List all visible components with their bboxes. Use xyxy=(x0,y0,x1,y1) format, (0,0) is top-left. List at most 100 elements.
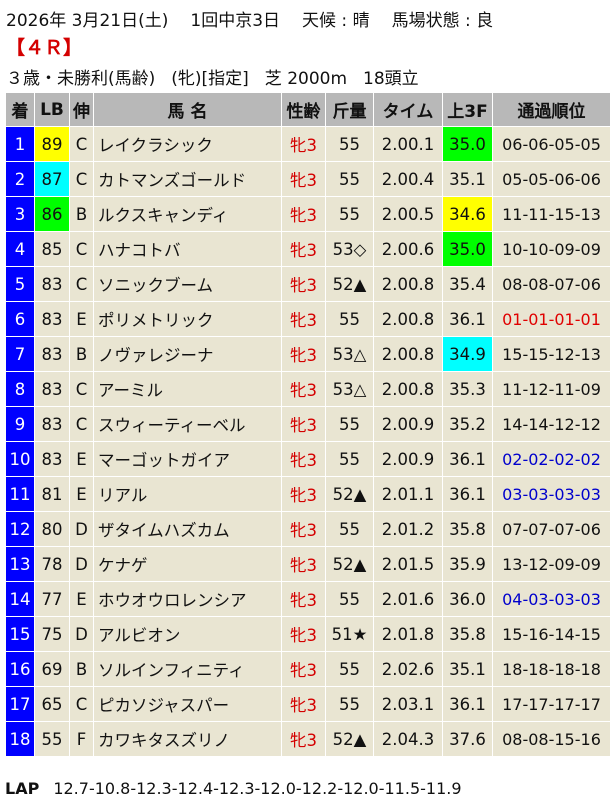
passing-order: 17-17-17-17 xyxy=(492,686,611,722)
last-3f-cell: 35.1 xyxy=(442,651,493,687)
sex-age: 牝3 xyxy=(281,161,326,197)
passing-order: 08-08-07-06 xyxy=(492,266,611,302)
last-3f-cell: 36.1 xyxy=(442,441,493,477)
rank-cell: 17 xyxy=(5,686,35,722)
lb-cell: 78 xyxy=(34,546,70,582)
table-row: 1 89 C レイクラシック 牝3 55 2.00.1 35.0 06-06-05-05 xyxy=(5,126,611,162)
nobi-cell: B xyxy=(69,651,94,687)
nobi-cell: B xyxy=(69,336,94,372)
nobi-cell: F xyxy=(69,721,94,757)
lb-cell: 83 xyxy=(34,371,70,407)
lb-cell: 83 xyxy=(34,266,70,302)
nobi-cell: D xyxy=(69,616,94,652)
weather: 天候 : 晴 xyxy=(302,11,370,31)
lb-cell: 85 xyxy=(34,231,70,267)
sex-age: 牝3 xyxy=(281,686,326,722)
horse-name: アルビオン xyxy=(93,616,282,652)
time-cell: 2.01.1 xyxy=(373,476,443,512)
sex-age: 牝3 xyxy=(281,651,326,687)
table-row: 8 83 C アーミル 牝3 53△ 2.00.8 35.3 11-12-11-09 xyxy=(5,371,611,407)
time-cell: 2.00.1 xyxy=(373,126,443,162)
nobi-cell: C xyxy=(69,686,94,722)
lb-cell: 89 xyxy=(34,126,70,162)
weight-cell: 52▲ xyxy=(325,546,374,582)
rank-cell: 12 xyxy=(5,511,35,547)
race-date: 2026年 3月21日(土) xyxy=(6,11,169,31)
table-row: 11 81 E リアル 牝3 52▲ 2.01.1 36.1 03-03-03-03 xyxy=(5,476,611,512)
horse-name: ピカソジャスパー xyxy=(93,686,282,722)
passing-order: 01-01-01-01 xyxy=(492,301,611,337)
weight-cell: 55 xyxy=(325,651,374,687)
rank-cell: 1 xyxy=(5,126,35,162)
lb-cell: 75 xyxy=(34,616,70,652)
horse-name: レイクラシック xyxy=(93,126,282,162)
rank-cell: 3 xyxy=(5,196,35,232)
last-3f-cell: 35.8 xyxy=(442,616,493,652)
table-row: 5 83 C ソニックブーム 牝3 52▲ 2.00.8 35.4 08-08-07-06 xyxy=(5,266,611,302)
sex-age: 牝3 xyxy=(281,511,326,547)
nobi-cell: E xyxy=(69,476,94,512)
lap-line: LAP 12.7-10.8-12.3-12.4-12.3-12.0-12.2-12… xyxy=(5,779,462,798)
horse-name: ノヴァレジーナ xyxy=(93,336,282,372)
passing-order: 13-12-09-09 xyxy=(492,546,611,582)
horse-name: カワキタスズリノ xyxy=(93,721,282,757)
passing-order: 18-18-18-18 xyxy=(492,651,611,687)
sex-age: 牝3 xyxy=(281,371,326,407)
rank-cell: 5 xyxy=(5,266,35,302)
nobi-cell: B xyxy=(69,196,94,232)
results-table: 着 LB 伸 馬 名 性齢 斤量 タイム 上3F 通過順位 1 89 C レイクラシッ… xyxy=(5,92,611,757)
lb-cell: 81 xyxy=(34,476,70,512)
horse-name: ホウオウロレンシア xyxy=(93,581,282,617)
passing-order: 11-11-15-13 xyxy=(492,196,611,232)
lb-cell: 83 xyxy=(34,301,70,337)
time-cell: 2.00.9 xyxy=(373,441,443,477)
passing-order: 02-02-02-02 xyxy=(492,441,611,477)
race-restrictions: (牝)[指定] xyxy=(171,69,249,89)
horse-name: マーゴットガイア xyxy=(93,441,282,477)
passing-order: 15-16-14-15 xyxy=(492,616,611,652)
passing-order: 05-05-06-06 xyxy=(492,161,611,197)
horse-name: ソニックブーム xyxy=(93,266,282,302)
sex-age: 牝3 xyxy=(281,441,326,477)
sex-age: 牝3 xyxy=(281,336,326,372)
runner-count: 18頭立 xyxy=(363,69,419,89)
lb-cell: 86 xyxy=(34,196,70,232)
race-number: 【４Ｒ】 xyxy=(6,37,83,59)
weight-cell: 52▲ xyxy=(325,266,374,302)
rank-cell: 9 xyxy=(5,406,35,442)
lb-cell: 77 xyxy=(34,581,70,617)
horse-name: カトマンズゴールド xyxy=(93,161,282,197)
last-3f-cell: 35.2 xyxy=(442,406,493,442)
nobi-cell: C xyxy=(69,406,94,442)
nobi-cell: C xyxy=(69,371,94,407)
passing-order: 07-07-07-06 xyxy=(492,511,611,547)
nobi-cell: E xyxy=(69,301,94,337)
passing-order: 03-03-03-03 xyxy=(492,476,611,512)
rank-cell: 7 xyxy=(5,336,35,372)
sex-age: 牝3 xyxy=(281,616,326,652)
horse-name: ルクスキャンディ xyxy=(93,196,282,232)
rank-cell: 2 xyxy=(5,161,35,197)
time-cell: 2.00.8 xyxy=(373,371,443,407)
passing-order: 15-15-12-13 xyxy=(492,336,611,372)
race-info-line: 2026年 3月21日(土) 1回中京3日 天候 : 晴 馬場状態 : 良 xyxy=(6,6,515,31)
race-header: 2026年 3月21日(土) 1回中京3日 天候 : 晴馬場状態 : 良 【４Ｒ】 … xyxy=(0,0,614,92)
results-body: 1 89 C レイクラシック 牝3 55 2.00.1 35.0 06-06-05-05 2 87 C… xyxy=(5,126,611,757)
last-3f-cell: 35.1 xyxy=(442,161,493,197)
time-cell: 2.02.6 xyxy=(373,651,443,687)
time-cell: 2.01.6 xyxy=(373,581,443,617)
rank-cell: 15 xyxy=(5,616,35,652)
last-3f-cell: 36.1 xyxy=(442,476,493,512)
sex-age: 牝3 xyxy=(281,231,326,267)
nobi-cell: E xyxy=(69,581,94,617)
weight-cell: 55 xyxy=(325,581,374,617)
horse-name: ザタイムハズカム xyxy=(93,511,282,547)
col-weight: 斤量 xyxy=(325,92,374,127)
lb-cell: 83 xyxy=(34,441,70,477)
col-nobi: 伸 xyxy=(69,92,94,127)
passing-order: 04-03-03-03 xyxy=(492,581,611,617)
lb-cell: 83 xyxy=(34,406,70,442)
table-row: 6 83 E ポリメトリック 牝3 55 2.00.8 36.1 01-01-01-01 xyxy=(5,301,611,337)
rank-cell: 10 xyxy=(5,441,35,477)
passing-order: 06-06-05-05 xyxy=(492,126,611,162)
